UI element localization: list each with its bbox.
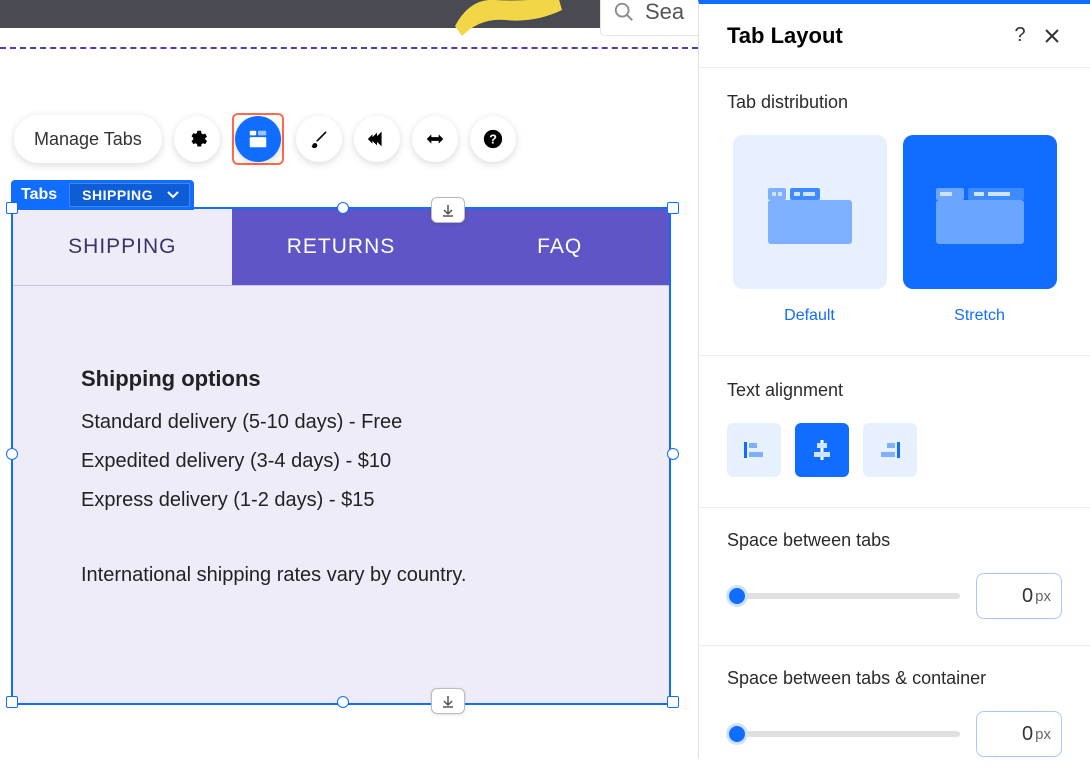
align-right-icon	[878, 439, 902, 461]
content-heading: Shipping options	[81, 358, 601, 401]
align-center-button[interactable]	[795, 423, 849, 477]
space-tabs-label: Space between tabs	[727, 530, 1062, 551]
align-center-icon	[810, 439, 834, 461]
brush-icon	[309, 129, 329, 149]
panel-header: Tab Layout ?	[699, 4, 1090, 68]
drag-arrow-icon	[441, 203, 455, 217]
settings-button[interactable]	[174, 116, 220, 162]
tab-strip: SHIPPING RETURNS FAQ	[13, 209, 669, 285]
alignment-section: Text alignment	[699, 356, 1090, 508]
animation-icon	[366, 129, 388, 149]
search-icon	[613, 1, 635, 23]
align-right-button[interactable]	[863, 423, 917, 477]
space-tabs-slider[interactable]	[727, 593, 960, 599]
distribution-stretch-label: Stretch	[903, 307, 1057, 325]
content-line: Standard delivery (5-10 days) - Free	[81, 403, 601, 442]
help-icon: ?	[482, 128, 504, 150]
distribution-default-preview	[733, 135, 887, 289]
tab-faq[interactable]: FAQ	[450, 209, 669, 285]
chevron-down-icon	[167, 191, 179, 199]
content-line: International shipping rates vary by cou…	[81, 556, 601, 595]
space-tabs-value: 0	[1022, 585, 1033, 608]
selection-handle[interactable]	[6, 448, 18, 460]
selection-handle[interactable]	[337, 696, 349, 708]
search-text: Sea	[645, 0, 684, 25]
distribution-label: Tab distribution	[727, 92, 1062, 113]
tab-select-value: SHIPPING	[82, 187, 153, 203]
drag-arrow-icon	[441, 694, 455, 708]
selection-handle[interactable]	[6, 202, 18, 214]
design-button[interactable]	[296, 116, 342, 162]
align-left-button[interactable]	[727, 423, 781, 477]
help-button[interactable]: ?	[470, 116, 516, 162]
slider-thumb[interactable]	[726, 723, 748, 745]
distribution-stretch-preview	[903, 135, 1057, 289]
selection-handle[interactable]	[337, 202, 349, 214]
distribution-default[interactable]: Default	[733, 135, 887, 325]
align-left-icon	[742, 439, 766, 461]
tab-returns[interactable]: RETURNS	[232, 209, 451, 285]
tab-shipping[interactable]: SHIPPING	[13, 209, 232, 285]
tab-select-dropdown[interactable]: SHIPPING	[69, 183, 190, 207]
distribution-section: Tab distribution Default Stretch	[699, 68, 1090, 356]
layout-icon	[247, 128, 269, 150]
layout-panel: Tab Layout ? Tab distribution Default St…	[698, 0, 1090, 758]
yellow-scribble	[450, 0, 565, 43]
tabs-component[interactable]: SHIPPING RETURNS FAQ Shipping options St…	[11, 207, 671, 705]
dashed-guide	[0, 47, 698, 49]
animation-button[interactable]	[354, 116, 400, 162]
manage-tabs-button[interactable]: Manage Tabs	[14, 115, 162, 163]
slider-thumb[interactable]	[726, 585, 748, 607]
space-container-value: 0	[1022, 723, 1033, 746]
drag-handle-top[interactable]	[431, 197, 465, 223]
unit-label: px	[1035, 588, 1051, 605]
unit-label: px	[1035, 726, 1051, 743]
panel-title: Tab Layout	[727, 23, 1004, 49]
selection-handle[interactable]	[6, 696, 18, 708]
space-container-input[interactable]: 0px	[976, 711, 1062, 757]
close-icon	[1044, 28, 1060, 44]
stretch-button[interactable]	[412, 116, 458, 162]
search-input[interactable]: Sea	[600, 0, 705, 36]
layout-button-highlight	[232, 113, 284, 165]
panel-help-button[interactable]: ?	[1004, 20, 1036, 52]
tab-content: Shipping options Standard delivery (5-10…	[13, 285, 669, 703]
space-tabs-section: Space between tabs 0px	[699, 508, 1090, 646]
selection-handle[interactable]	[667, 202, 679, 214]
content-line: Expedited delivery (3-4 days) - $10	[81, 442, 601, 481]
selection-handle[interactable]	[667, 448, 679, 460]
distribution-stretch[interactable]: Stretch	[903, 135, 1057, 325]
space-container-slider[interactable]	[727, 731, 960, 737]
panel-close-button[interactable]	[1036, 20, 1068, 52]
element-label: Tabs	[11, 186, 67, 204]
space-container-label: Space between tabs & container	[727, 668, 1062, 689]
element-label-badge: Tabs SHIPPING	[11, 180, 194, 210]
content-line: Express delivery (1-2 days) - $15	[81, 481, 601, 520]
space-tabs-input[interactable]: 0px	[976, 573, 1062, 619]
gear-icon	[186, 128, 208, 150]
alignment-label: Text alignment	[727, 380, 1062, 401]
floating-toolbar: Manage Tabs ?	[14, 113, 516, 165]
tab-label: FAQ	[537, 235, 582, 259]
distribution-default-label: Default	[733, 307, 887, 325]
selection-handle[interactable]	[667, 696, 679, 708]
layout-button[interactable]	[235, 116, 281, 162]
tab-label: SHIPPING	[68, 235, 176, 259]
stretch-icon	[424, 130, 446, 148]
question-icon: ?	[1014, 24, 1025, 47]
svg-text:?: ?	[489, 132, 497, 147]
space-container-section: Space between tabs & container 0px	[699, 646, 1090, 783]
tab-label: RETURNS	[287, 235, 396, 259]
drag-handle-bottom[interactable]	[431, 688, 465, 714]
